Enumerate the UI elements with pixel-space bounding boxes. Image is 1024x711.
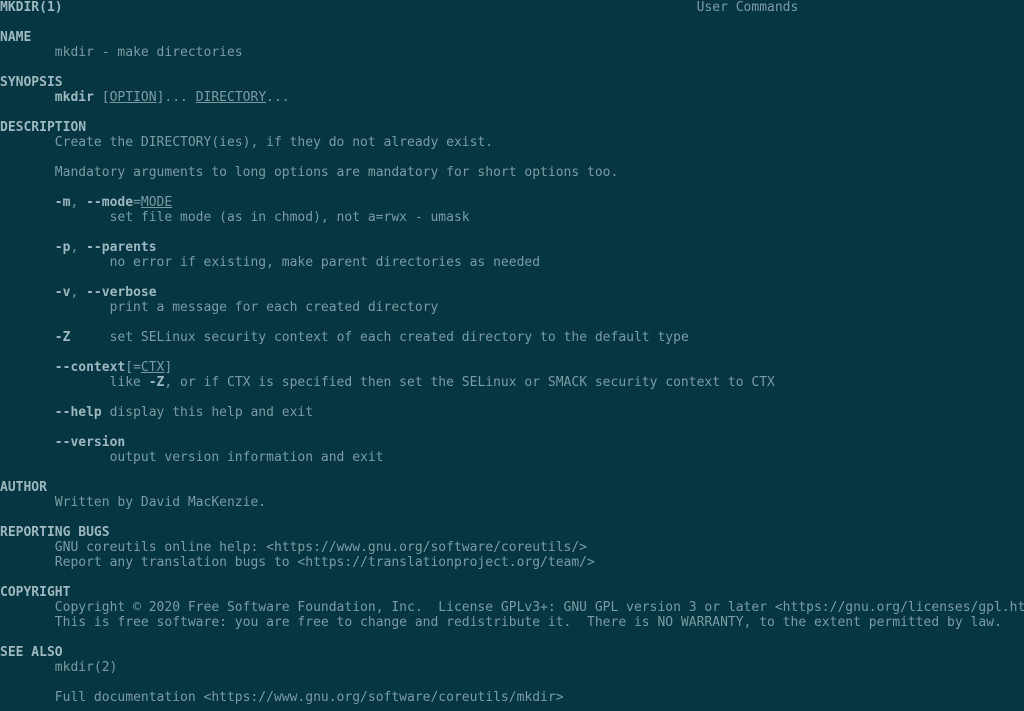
opt-verbose-short: -v bbox=[55, 285, 71, 300]
bugs-line2: Report any translation bugs to <https://… bbox=[55, 555, 595, 570]
section-heading-description: DESCRIPTION bbox=[0, 120, 86, 135]
opt-verbose-sep: , bbox=[70, 285, 86, 300]
opt-version-long: --version bbox=[55, 435, 125, 450]
seealso-line2: Full documentation <https://www.gnu.org/… bbox=[55, 690, 564, 705]
opt-help-desc: display this help and exit bbox=[102, 405, 313, 420]
header-center: User Commands bbox=[697, 0, 799, 15]
opt-mode-eq: = bbox=[133, 195, 141, 210]
opt-z-desc: set SELinux security context of each cre… bbox=[110, 330, 689, 345]
opt-help-long: --help bbox=[55, 405, 102, 420]
synopsis-directory: DIRECTORY bbox=[196, 90, 266, 105]
opt-mode-long: --mode bbox=[86, 195, 133, 210]
opt-version-desc: output version information and exit bbox=[110, 450, 384, 465]
opt-mode-short: -m bbox=[55, 195, 71, 210]
desc-intro1: Create the DIRECTORY(ies), if they do no… bbox=[55, 135, 493, 150]
opt-context-arg: CTX bbox=[141, 360, 164, 375]
opt-context-desc-bold: -Z bbox=[149, 375, 165, 390]
opt-mode-desc: set file mode (as in chmod), not a=rwx -… bbox=[110, 210, 470, 225]
opt-mode-arg: MODE bbox=[141, 195, 172, 210]
opt-context-long: --context bbox=[55, 360, 125, 375]
opt-parents-desc: no error if existing, make parent direct… bbox=[110, 255, 540, 270]
opt-parents-sep: , bbox=[70, 240, 86, 255]
opt-context-desc-post: , or if CTX is specified then set the SE… bbox=[164, 375, 774, 390]
opt-context-open: [= bbox=[125, 360, 141, 375]
opt-context-close: ] bbox=[164, 360, 172, 375]
header-left: MKDIR(1) bbox=[0, 0, 63, 15]
opt-z-short: -Z bbox=[55, 330, 71, 345]
desc-intro2: Mandatory arguments to long options are … bbox=[55, 165, 619, 180]
name-line: mkdir - make directories bbox=[55, 45, 243, 60]
synopsis-cmd: mkdir bbox=[55, 90, 94, 105]
opt-parents-long: --parents bbox=[86, 240, 156, 255]
opt-parents-short: -p bbox=[55, 240, 71, 255]
synopsis-option: OPTION bbox=[110, 90, 157, 105]
section-heading-bugs: REPORTING BUGS bbox=[0, 525, 110, 540]
copyright-line1: Copyright © 2020 Free Software Foundatio… bbox=[55, 600, 1024, 615]
section-heading-name: NAME bbox=[0, 30, 31, 45]
bugs-line1: GNU coreutils online help: <https://www.… bbox=[55, 540, 587, 555]
synopsis-opt-close: ]... bbox=[157, 90, 196, 105]
section-heading-copyright: COPYRIGHT bbox=[0, 585, 70, 600]
synopsis-tail: ... bbox=[266, 90, 289, 105]
author-line: Written by David MacKenzie. bbox=[55, 495, 266, 510]
copyright-line2: This is free software: you are free to c… bbox=[55, 615, 1002, 630]
seealso-line1: mkdir(2) bbox=[55, 660, 118, 675]
opt-mode-sep: , bbox=[70, 195, 86, 210]
section-heading-seealso: SEE ALSO bbox=[0, 645, 63, 660]
section-heading-synopsis: SYNOPSIS bbox=[0, 75, 63, 90]
opt-verbose-desc: print a message for each created directo… bbox=[110, 300, 439, 315]
synopsis-opt-open: [ bbox=[94, 90, 110, 105]
section-heading-author: AUTHOR bbox=[0, 480, 47, 495]
opt-verbose-long: --verbose bbox=[86, 285, 156, 300]
man-page[interactable]: MKDIR(1) User Commands NAME mkdir - make… bbox=[0, 0, 1024, 705]
opt-context-desc-pre: like bbox=[110, 375, 149, 390]
